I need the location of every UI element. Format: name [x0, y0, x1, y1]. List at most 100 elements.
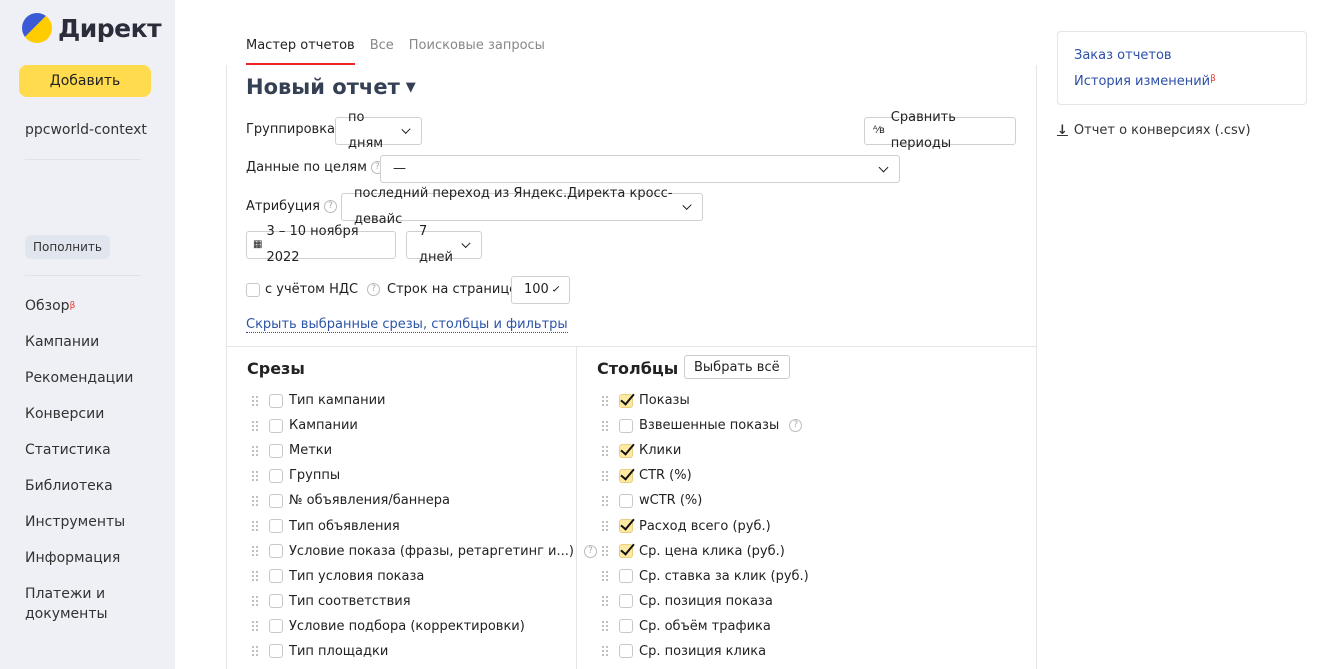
drag-handle-icon[interactable]	[601, 595, 609, 608]
checkbox[interactable]	[619, 594, 633, 609]
goals-select[interactable]: —	[380, 155, 900, 183]
drag-handle-icon[interactable]	[601, 444, 609, 457]
checkbox[interactable]	[246, 282, 260, 297]
drag-handle-icon[interactable]	[251, 520, 259, 533]
change-history-link[interactable]: История измененийβ	[1074, 74, 1216, 89]
list-item[interactable]: Ср. позиция клика	[601, 639, 809, 664]
checkbox[interactable]	[269, 443, 283, 458]
logo[interactable]: Директ	[22, 13, 162, 43]
drag-handle-icon[interactable]	[251, 645, 259, 658]
drag-handle-icon[interactable]	[251, 570, 259, 583]
list-item[interactable]: Тип объявления	[251, 513, 597, 538]
sidebar-item[interactable]: Инструменты	[25, 512, 133, 548]
drag-handle-icon[interactable]	[251, 419, 259, 432]
list-item[interactable]: wCTR (%)	[601, 488, 809, 513]
list-item[interactable]: Ср. цена клика (руб.)	[601, 539, 809, 564]
drag-handle-icon[interactable]	[601, 469, 609, 482]
drag-handle-icon[interactable]	[251, 595, 259, 608]
checkbox[interactable]	[619, 619, 633, 634]
sidebar-item[interactable]: Платежи и документы	[25, 584, 125, 628]
list-item[interactable]: Кампании	[251, 413, 597, 438]
checkbox[interactable]	[619, 468, 633, 483]
checkbox[interactable]	[269, 644, 283, 659]
tab[interactable]: Все	[370, 38, 394, 65]
report-title[interactable]: Новый отчет ▼	[246, 74, 416, 99]
select-all-button[interactable]: Выбрать всё	[684, 355, 790, 379]
drag-handle-icon[interactable]	[601, 545, 609, 558]
list-item[interactable]: Ср. ставка за клик (руб.)	[601, 564, 809, 589]
checkbox[interactable]	[269, 418, 283, 433]
drag-handle-icon[interactable]	[601, 570, 609, 583]
topup-button[interactable]: Пополнить	[25, 235, 110, 259]
checkbox[interactable]	[619, 519, 633, 534]
list-item[interactable]: Группы	[251, 463, 597, 488]
hide-filters-link[interactable]: Скрыть выбранные срезы, столбцы и фильтр…	[246, 317, 568, 333]
drag-handle-icon[interactable]	[601, 419, 609, 432]
checkbox[interactable]	[269, 594, 283, 609]
vat-checkbox[interactable]: с учётом НДС?	[246, 282, 381, 297]
list-item[interactable]: Тип соответствия	[251, 589, 597, 614]
sidebar-item[interactable]: Библиотека	[25, 476, 133, 512]
list-item[interactable]: Расход всего (руб.)	[601, 513, 809, 538]
checkbox[interactable]	[269, 493, 283, 508]
checkbox[interactable]	[619, 569, 633, 584]
list-item[interactable]: Условие подбора (корректировки)	[251, 614, 597, 639]
list-item[interactable]: CTR (%)	[601, 463, 809, 488]
list-item[interactable]: Ср. объём трафика	[601, 614, 809, 639]
drag-handle-icon[interactable]	[601, 494, 609, 507]
sidebar-item[interactable]: Кампании	[25, 332, 133, 368]
checkbox[interactable]	[619, 418, 633, 433]
rows-per-page-select[interactable]: 100	[511, 276, 570, 304]
drag-handle-icon[interactable]	[601, 620, 609, 633]
checkbox[interactable]	[619, 644, 633, 659]
sidebar-item[interactable]: Статистика	[25, 440, 133, 476]
checkbox[interactable]	[269, 569, 283, 584]
checkbox[interactable]	[619, 443, 633, 458]
list-item[interactable]: Ср. позиция показа	[601, 589, 809, 614]
drag-handle-icon[interactable]	[251, 394, 259, 407]
sidebar-item[interactable]: Рекомендации	[25, 368, 133, 404]
drag-handle-icon[interactable]	[251, 545, 259, 558]
list-item[interactable]: Тип кампании	[251, 388, 597, 413]
drag-handle-icon[interactable]	[251, 444, 259, 457]
tab[interactable]: Мастер отчетов	[246, 38, 355, 65]
list-item[interactable]: Взвешенные показы?	[601, 413, 809, 438]
help-icon[interactable]: ?	[367, 283, 381, 296]
drag-handle-icon[interactable]	[251, 469, 259, 482]
compare-periods-button[interactable]: ᴬ⁄ʙ Сравнить периоды	[864, 110, 1016, 151]
list-item[interactable]: Тип условия показа	[251, 564, 597, 589]
checkbox[interactable]	[619, 393, 633, 408]
checkbox[interactable]	[269, 393, 283, 408]
tab[interactable]: Поисковые запросы	[409, 38, 545, 65]
help-icon[interactable]: ?	[324, 200, 337, 213]
drag-handle-icon[interactable]	[251, 620, 259, 633]
report-orders-link[interactable]: Заказ отчетов	[1074, 48, 1172, 63]
list-item[interactable]: Условие показа (фразы, ретаргетинг и...)…	[251, 539, 597, 564]
checkbox[interactable]	[619, 493, 633, 508]
list-item[interactable]: Клики	[601, 438, 809, 463]
checkbox[interactable]	[269, 519, 283, 534]
sidebar-item[interactable]: Конверсии	[25, 404, 133, 440]
date-range-picker[interactable]: ▦ 3 – 10 ноября 2022	[246, 224, 396, 265]
drag-handle-icon[interactable]	[601, 520, 609, 533]
drag-handle-icon[interactable]	[601, 645, 609, 658]
drag-handle-icon[interactable]	[251, 494, 259, 507]
checkbox[interactable]	[269, 619, 283, 634]
list-item[interactable]: Показы	[601, 388, 809, 413]
period-select[interactable]: 7 дней	[406, 224, 482, 265]
help-icon[interactable]: ?	[789, 419, 803, 433]
conversions-csv-link[interactable]: ↓ Отчет о конверсиях (.csv)	[1057, 123, 1251, 138]
list-item[interactable]: Метки	[251, 438, 597, 463]
drag-handle-icon[interactable]	[601, 394, 609, 407]
add-button[interactable]: Добавить	[19, 65, 151, 97]
help-icon[interactable]: ?	[583, 544, 597, 558]
attribution-select[interactable]: последний переход из Яндекс.Директа крос…	[341, 186, 703, 227]
list-item[interactable]: № объявления/баннера	[251, 488, 597, 513]
checkbox[interactable]	[269, 544, 283, 559]
account-login[interactable]: ppcworld-context	[25, 122, 147, 138]
list-item[interactable]: Тип площадки	[251, 639, 597, 664]
grouping-select[interactable]: по дням	[335, 110, 422, 151]
sidebar-item[interactable]: Информация	[25, 548, 133, 584]
checkbox[interactable]	[619, 544, 633, 559]
sidebar-item[interactable]: Обзорβ	[25, 296, 133, 332]
